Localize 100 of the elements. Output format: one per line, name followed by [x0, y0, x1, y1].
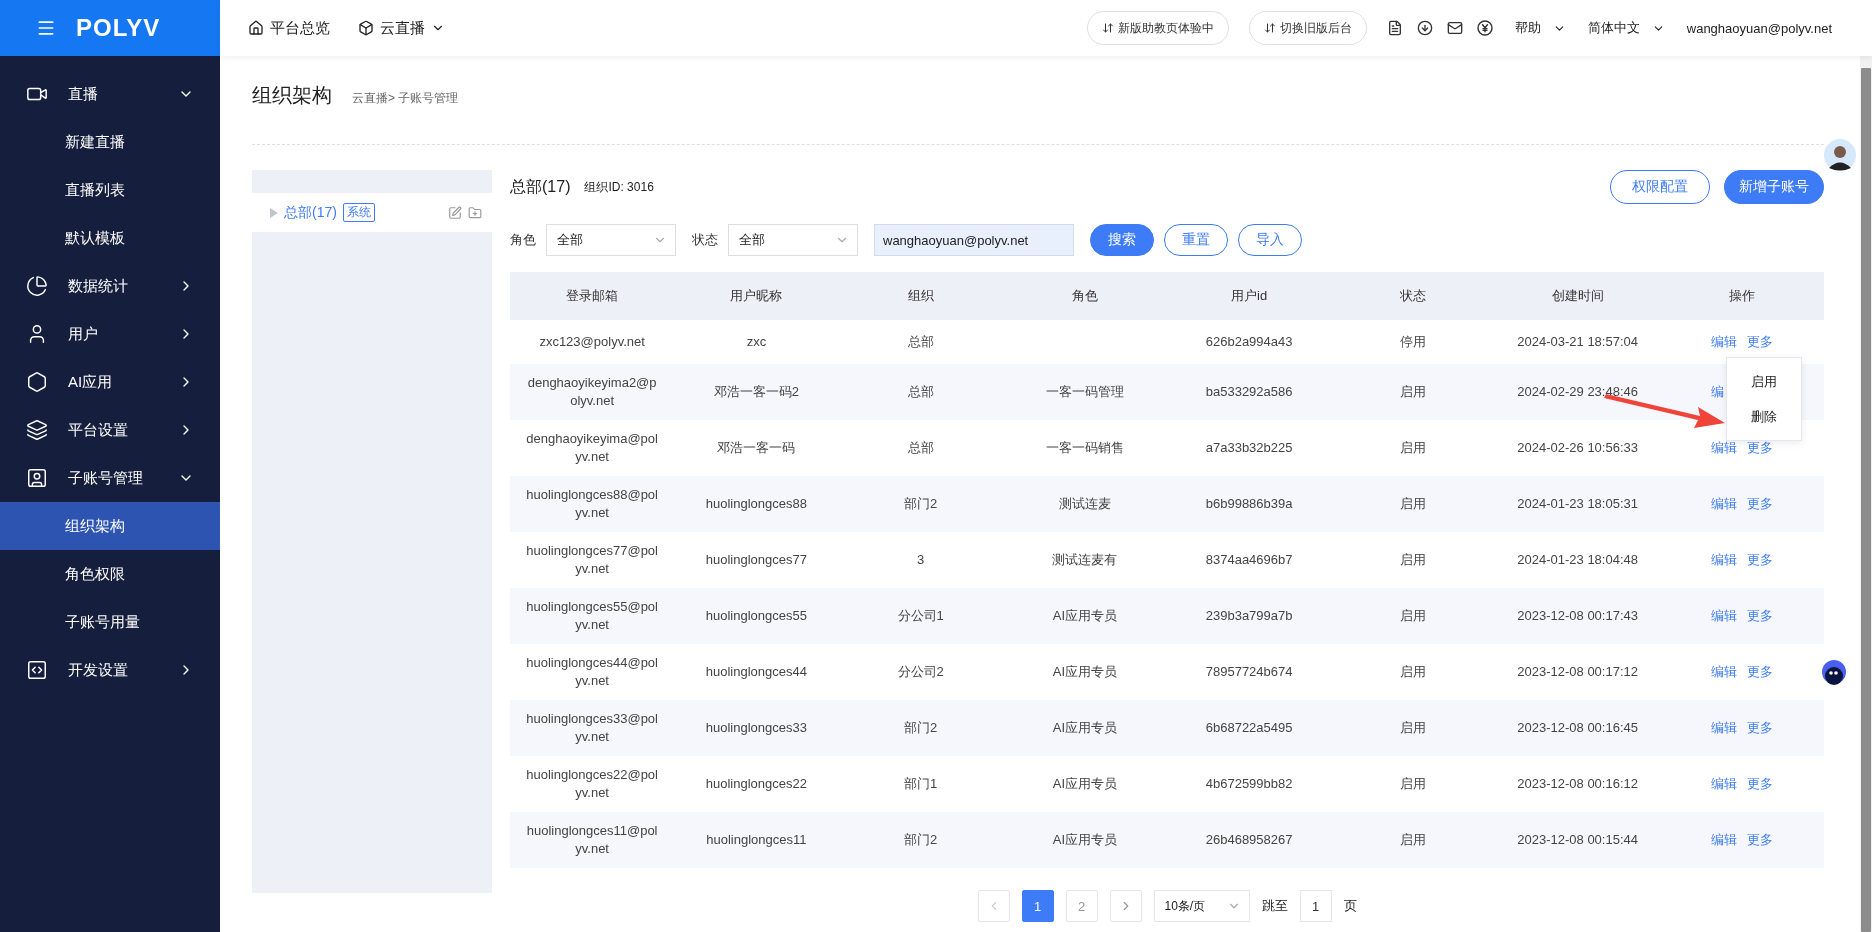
nav-link[interactable]: 云直播 [358, 18, 445, 38]
table-cell: 2023-12-08 00:17:43 [1517, 607, 1638, 625]
row-link[interactable]: 更多 [1746, 775, 1773, 793]
table-cell: huolinglongces33 [705, 719, 807, 737]
table-cell: 2023-12-08 00:16:12 [1517, 775, 1638, 793]
breadcrumb: 云直播> 子账号管理 [352, 90, 459, 107]
sidebar-group[interactable]: 平台设置 [0, 406, 220, 454]
table-cell: 2024-02-29 23:48:46 [1517, 383, 1638, 401]
row-link[interactable]: 编辑 [1710, 607, 1737, 625]
table-cell: 一客一码销售 [1045, 439, 1124, 457]
document-icon[interactable] [1386, 20, 1403, 36]
row-link[interactable]: 更多 [1746, 333, 1773, 351]
row-link[interactable]: 编辑 [1710, 831, 1737, 849]
page-size-select[interactable]: 10条/页 [1153, 890, 1250, 922]
menu-icon[interactable] [36, 18, 56, 38]
filter-select[interactable]: 全部 [728, 224, 858, 256]
arrows-icon [1263, 22, 1276, 34]
table-cell: 总部 [907, 439, 934, 457]
column-header: 组织 [838, 272, 1003, 320]
menu-dropdown[interactable]: 帮助 [1514, 19, 1566, 37]
switch-button[interactable]: 新版助教页体验中 [1086, 11, 1229, 45]
sidebar-item[interactable]: 新建直播 [0, 118, 220, 166]
sidebar-group[interactable]: 子账号管理 [0, 454, 220, 502]
table-cell: huolinglongces55@polyv.net [526, 598, 659, 634]
filter-button[interactable]: 重置 [1164, 224, 1228, 256]
table-cell: 启用 [1400, 383, 1427, 401]
tree-node[interactable]: 总部(17) 系统 [252, 193, 492, 232]
table-cell: 总部 [907, 333, 934, 351]
id-card-icon [26, 467, 48, 489]
row-link[interactable]: 更多 [1746, 495, 1773, 513]
scrollbar[interactable] [1860, 56, 1872, 932]
nav-label: 平台总览 [270, 18, 330, 38]
action-button[interactable]: 权限配置 [1610, 170, 1710, 204]
table-cell: 部门2 [904, 831, 938, 849]
row-link[interactable]: 更多 [1746, 607, 1773, 625]
table-cell: 6b68722a5495 [1205, 719, 1293, 737]
row-link[interactable]: 编辑 [1710, 495, 1737, 513]
row-link[interactable]: 更多 [1746, 719, 1773, 737]
menu-item[interactable]: 删除 [1727, 399, 1801, 434]
filter-select[interactable]: 全部 [546, 224, 676, 256]
table-cell: 2023-12-08 00:15:44 [1517, 831, 1638, 849]
assistant-bot-icon[interactable] [1820, 658, 1848, 686]
row-link[interactable]: 编辑 [1710, 551, 1737, 569]
table-cell: 部门2 [904, 495, 938, 513]
table-cell: 部门2 [904, 719, 938, 737]
jump-field[interactable]: 1 [1299, 890, 1332, 922]
menu-dropdown[interactable]: 简体中文 [1587, 19, 1665, 37]
filter-button[interactable]: 搜索 [1090, 224, 1154, 256]
sidebar-item[interactable]: 直播列表 [0, 166, 220, 214]
table-cell: 分公司1 [897, 607, 944, 625]
sidebar-item[interactable]: 组织架构 [0, 502, 220, 550]
org-id: 组织ID: 3016 [584, 178, 654, 196]
search-field[interactable]: wanghaoyuan@polyv.net [874, 224, 1074, 256]
table-cell: 启用 [1400, 439, 1427, 457]
sidebar-group[interactable]: 用户 [0, 310, 220, 358]
row-link[interactable]: 更多 [1746, 439, 1773, 457]
row-link[interactable]: 更多 [1746, 551, 1773, 569]
menu-item[interactable]: 启用 [1727, 364, 1801, 399]
row-link[interactable]: 编辑 [1710, 439, 1737, 457]
sidebar-group[interactable]: 数据统计 [0, 262, 220, 310]
table-cell: 邓浩一客一码2 [713, 383, 799, 401]
row-link[interactable]: 编辑 [1710, 775, 1737, 793]
download-icon[interactable] [1416, 20, 1433, 36]
nav-link[interactable]: 平台总览 [248, 18, 330, 38]
switch-button[interactable]: 切换旧版后台 [1248, 11, 1367, 45]
table-cell: 启用 [1400, 495, 1427, 513]
table-cell: huolinglongces88 [705, 495, 807, 513]
yen-icon[interactable] [1476, 20, 1493, 36]
sidebar-group[interactable]: 直播 [0, 70, 220, 118]
account-name[interactable]: wanghaoyuan@polyv.net [1686, 20, 1832, 36]
row-link[interactable]: 编辑 [1710, 719, 1737, 737]
table-cell: huolinglongces22@polyv.net [526, 766, 659, 802]
sidebar-group[interactable]: AI应用 [0, 358, 220, 406]
filter-button[interactable]: 导入 [1238, 224, 1302, 256]
edit-icon[interactable] [448, 205, 462, 220]
hexagon-icon [26, 371, 48, 393]
table-cell: 2023-12-08 00:17:12 [1517, 663, 1638, 681]
table-cell: 启用 [1400, 607, 1427, 625]
table-cell: AI应用专员 [1052, 663, 1117, 681]
cube-icon [358, 20, 374, 36]
avatar[interactable] [1822, 137, 1858, 173]
filter-label: 状态 [692, 231, 718, 249]
action-button[interactable]: 新增子账号 [1724, 170, 1824, 204]
sidebar-item[interactable]: 角色权限 [0, 550, 220, 598]
table-cell: huolinglongces11@polyv.net [526, 822, 659, 858]
page-button[interactable]: 1 [1021, 890, 1054, 922]
table-cell: 总部 [907, 383, 934, 401]
sidebar-group[interactable]: 开发设置 [0, 646, 220, 694]
sidebar-item[interactable]: 默认模板 [0, 214, 220, 262]
table-cell: 8374aa4696b7 [1205, 551, 1293, 569]
row-link[interactable]: 编辑 [1710, 333, 1737, 351]
sidebar-item[interactable]: 子账号用量 [0, 598, 220, 646]
table-cell: 2024-01-23 18:05:31 [1517, 495, 1638, 513]
folder-plus-icon[interactable] [468, 205, 482, 220]
mail-icon[interactable] [1446, 20, 1463, 36]
row-link[interactable]: 编 [1710, 383, 1724, 401]
row-link[interactable]: 更多 [1746, 831, 1773, 849]
row-link[interactable]: 更多 [1746, 663, 1773, 681]
column-header: 用户昵称 [674, 272, 839, 320]
row-link[interactable]: 编辑 [1710, 663, 1737, 681]
